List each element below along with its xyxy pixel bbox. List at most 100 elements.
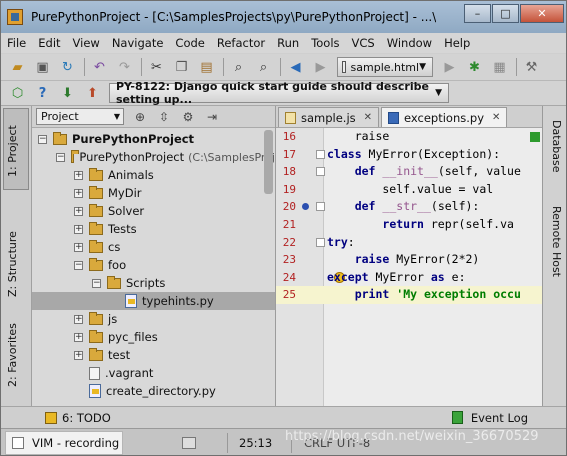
coverage-icon[interactable]: ▦ [491,59,508,76]
code-line[interactable]: 16 raise [276,128,542,146]
sync-icon[interactable]: ↻ [59,59,76,76]
tree-item[interactable]: .vagrant [32,364,275,382]
tree-item[interactable]: + pyc_files [32,328,275,346]
collapse-icon[interactable]: − [56,152,65,162]
tree-item[interactable]: create_directory.py [32,382,275,400]
menu-run[interactable]: Run [277,36,299,50]
expand-icon[interactable]: + [74,242,83,252]
tool-tab-structure[interactable]: Z: Structure [6,231,19,297]
replace-icon[interactable]: ⌕ [255,59,272,76]
code-line[interactable]: 19 self.value = val [276,181,542,199]
tree-item[interactable]: + Tests [32,220,275,238]
locate-file-icon[interactable]: ⊕ [132,109,148,125]
help-icon[interactable]: ? [34,85,51,102]
vcs-update-icon[interactable]: ⬇ [59,85,76,102]
fold-icon[interactable] [316,237,325,247]
expand-icon[interactable]: + [74,332,83,342]
tree-item[interactable]: + MyDir [32,184,275,202]
fold-icon[interactable] [316,202,325,212]
maximize-button[interactable]: □ [492,4,519,23]
close-button[interactable]: ✕ [520,4,564,23]
code-line[interactable]: 18 def __init__(self, value [276,163,542,181]
vcs-commit-icon[interactable]: ⬆ [84,85,101,102]
tab-exceptions-py[interactable]: exceptions.py ✕ [381,107,508,127]
save-icon[interactable]: ▣ [34,59,51,76]
expand-icon[interactable]: + [74,206,83,216]
expand-icon[interactable]: + [74,350,83,360]
tree-item[interactable]: − PurePythonProject (C:\SamplesProj [32,148,275,166]
settings-wrench-icon[interactable]: ⚒ [523,59,540,76]
run-icon[interactable]: ▶ [441,59,458,76]
tree-item[interactable]: + Solver [32,202,275,220]
code-line[interactable]: 22 try: [276,234,542,252]
tree-item[interactable]: − Scripts [32,274,275,292]
task-select[interactable]: PY-8122: Django quick start guide should… [109,80,449,106]
tree-item[interactable]: typehints.py [32,292,275,310]
tree-item[interactable]: + js [32,310,275,328]
tree-item[interactable]: − PurePythonProject [32,130,275,148]
undo-icon[interactable]: ↶ [91,59,108,76]
expand-icon[interactable]: + [74,314,83,324]
project-view-select[interactable]: Project ▼ [36,108,124,125]
find-icon[interactable]: ⌕ [230,59,247,76]
back-arrow-icon[interactable]: ◀ [287,59,304,76]
code-line[interactable]: 23 raise MyError(2*2) [276,251,542,269]
title-bar[interactable]: PurePythonProject - [C:\SamplesProjects\… [1,1,566,33]
tool-tab-event-log[interactable]: Event Log [451,411,528,425]
menu-code[interactable]: Code [175,36,204,50]
python-console-icon[interactable]: ⬡ [9,85,26,102]
menu-window[interactable]: Window [387,36,432,50]
hide-panel-icon[interactable]: ⇥ [204,109,220,125]
menu-tools[interactable]: Tools [311,36,339,50]
status-toggle-icon[interactable] [182,437,196,449]
tool-tab-database[interactable]: Database [550,120,563,173]
cursor-position[interactable]: 25:13 [239,436,272,450]
gear-icon[interactable]: ⚙ [180,109,196,125]
minimize-button[interactable]: – [464,4,491,23]
expand-icon[interactable]: + [74,170,83,180]
tree-item[interactable]: + cs [32,238,275,256]
vim-mode-indicator[interactable]: VIM - recording [5,431,123,455]
menu-file[interactable]: File [7,36,26,50]
menu-navigate[interactable]: Navigate [112,36,164,50]
menu-view[interactable]: View [73,36,100,50]
analysis-ok-marker[interactable] [530,132,540,142]
paste-icon[interactable]: ▤ [198,59,215,76]
fold-icon[interactable] [316,167,325,177]
expand-icon[interactable]: + [74,188,83,198]
code-area[interactable]: 16 raise 17 class MyError(Exception): 18 de… [276,128,542,304]
collapse-all-icon[interactable]: ⇳ [156,109,172,125]
tree-item[interactable]: − foo [32,256,275,274]
tool-tab-project[interactable]: 1: Project [6,125,19,177]
tool-tab-favorites[interactable]: 2: Favorites [6,323,19,387]
menu-vcs[interactable]: VCS [352,36,375,50]
code-line[interactable]: 20 def __str__(self): [276,198,542,216]
code-line[interactable]: 17 class MyError(Exception): [276,146,542,164]
menu-help[interactable]: Help [444,36,470,50]
project-tree-scrollbar[interactable] [264,130,273,194]
code-line[interactable]: 21 return repr(self.va [276,216,542,234]
debug-icon[interactable]: ✱ [466,59,483,76]
tool-tab-todo[interactable]: 6: TODO [45,411,111,425]
code-line[interactable]: 25 print 'My exception occu [276,286,542,304]
close-tab-icon[interactable]: ✕ [364,112,372,123]
close-tab-icon[interactable]: ✕ [492,112,500,123]
redo-icon[interactable]: ↷ [116,59,133,76]
collapse-icon[interactable]: − [92,278,101,288]
tree-item[interactable]: + Animals [32,166,275,184]
vim-checkbox[interactable] [12,437,24,449]
collapse-icon[interactable]: − [74,260,83,270]
code-line[interactable]: 24 except MyError as e: [276,269,542,287]
tool-tab-remote-host[interactable]: Remote Host [550,206,563,277]
tree-item[interactable]: + test [32,346,275,364]
menu-edit[interactable]: Edit [38,36,60,50]
open-folder-icon[interactable]: ▰ [9,59,26,76]
run-configuration-select[interactable]: sample.html ▼ [337,57,433,77]
tab-sample-js[interactable]: sample.js ✕ [278,107,380,127]
cut-icon[interactable]: ✂ [148,59,165,76]
menu-refactor[interactable]: Refactor [217,36,265,50]
fold-icon[interactable] [316,149,325,159]
copy-icon[interactable]: ❐ [173,59,190,76]
collapse-icon[interactable]: − [38,134,47,144]
forward-arrow-icon[interactable]: ▶ [312,59,329,76]
